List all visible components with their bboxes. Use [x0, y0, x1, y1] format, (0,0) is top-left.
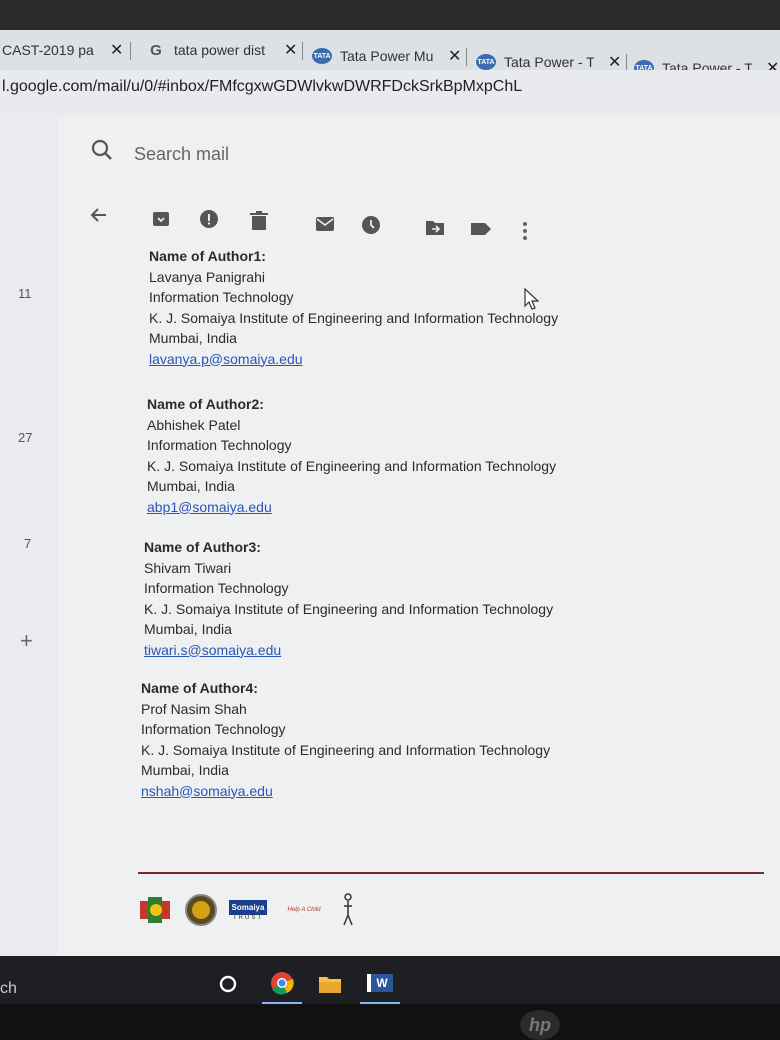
tab-close-icon[interactable]: ✕ — [608, 52, 621, 72]
author-block-4: Name of Author4: Prof Nasim Shah Informa… — [141, 678, 550, 801]
tab-close-icon[interactable]: ✕ — [110, 40, 123, 60]
tata-logo-icon: TATA — [476, 54, 496, 70]
author-department: Information Technology — [147, 437, 292, 453]
move-to-icon[interactable] — [424, 216, 446, 238]
mark-unread-icon[interactable] — [314, 212, 336, 234]
label-count[interactable]: 27 — [18, 430, 32, 445]
archive-icon[interactable] — [150, 208, 172, 230]
figure-logo-icon — [340, 892, 356, 928]
author-city: Mumbai, India — [144, 621, 232, 637]
footer-logos: Somaiya TRUST Help A Child — [138, 890, 356, 930]
tab-close-icon[interactable]: ✕ — [448, 46, 461, 66]
emblem-logo-icon — [184, 893, 218, 927]
tab-cast-2019[interactable]: CAST-2019 pa ✕ — [2, 34, 124, 66]
chrome-taskbar-button[interactable] — [262, 964, 302, 1004]
tab-tata-power-dist[interactable]: G tata power dist ✕ — [146, 34, 298, 66]
word-taskbar-button[interactable]: W — [360, 964, 400, 1004]
cortana-button[interactable] — [208, 964, 248, 1004]
author-label: Name of Author3: — [144, 539, 261, 555]
author-name: Prof Nasim Shah — [141, 700, 247, 717]
window-top-bar — [0, 0, 780, 30]
snooze-icon[interactable] — [360, 214, 382, 236]
author-name: Shivam Tiwari — [144, 559, 232, 576]
author-email-link[interactable]: nshah@somaiya.edu — [141, 781, 550, 802]
author-block-1: Name of Author1: Lavanya Panigrahi Infor… — [149, 246, 558, 369]
add-label-icon[interactable]: + — [20, 628, 33, 654]
tab-tata-power-mu[interactable]: TATA Tata Power Mu ✕ — [312, 40, 462, 72]
tab-title: Tata Power - Th — [504, 54, 594, 70]
author-department: Information Technology — [144, 580, 289, 596]
search-icon[interactable] — [90, 138, 114, 162]
author-block-3: Name of Author3: Shivam Tiwari Informati… — [144, 537, 553, 660]
college-logo-icon — [138, 893, 174, 927]
author-label: Name of Author2: — [147, 396, 264, 412]
tab-title: Tata Power Mu — [340, 48, 434, 64]
author-city: Mumbai, India — [149, 330, 237, 346]
inbox-count[interactable]: 11 — [18, 286, 32, 301]
tab-separator — [130, 42, 131, 60]
label-count[interactable]: 7 — [24, 536, 31, 551]
author-city: Mumbai, India — [147, 478, 235, 494]
author-department: Information Technology — [141, 721, 286, 737]
google-icon: G — [150, 41, 162, 59]
label-icon[interactable] — [470, 218, 492, 240]
help-a-child-text: Help A Child — [287, 907, 321, 913]
somaiya-trust-logo: Somaiya TRUST — [228, 899, 268, 921]
back-arrow-icon[interactable] — [88, 204, 110, 226]
author-institute: K. J. Somaiya Institute of Engineering a… — [147, 457, 557, 474]
delete-icon[interactable] — [248, 210, 270, 232]
tata-logo-icon: TATA — [312, 48, 332, 64]
report-spam-icon[interactable] — [198, 208, 220, 230]
tab-title: tata power dist — [174, 42, 266, 58]
author-email-link[interactable]: lavanya.p@somaiya.edu — [149, 349, 558, 370]
author-email-link[interactable]: abp1@somaiya.edu — [147, 497, 556, 518]
tab-title: CAST-2019 pa — [2, 42, 94, 58]
help-a-child-logo: Help A Child — [278, 907, 330, 913]
author-name: Abhishek Patel — [147, 416, 241, 433]
word-icon: W — [367, 974, 393, 992]
author-label: Name of Author1: — [149, 248, 266, 264]
url-text[interactable]: l.google.com/mail/u/0/#inbox/FMfcgxwGDWl… — [2, 78, 522, 96]
trust-logo-subtext: TRUST — [233, 914, 263, 921]
hp-logo: hp — [520, 1010, 560, 1040]
author-city: Mumbai, India — [141, 762, 229, 778]
author-institute: K. J. Somaiya Institute of Engineering a… — [141, 741, 551, 758]
author-institute: K. J. Somaiya Institute of Engineering a… — [149, 309, 559, 326]
file-explorer-button[interactable] — [310, 964, 350, 1004]
more-options-icon[interactable] — [514, 220, 536, 242]
gmail-page — [0, 116, 780, 956]
taskbar-search-text[interactable]: ch — [0, 980, 17, 998]
tab-separator — [302, 42, 303, 60]
author-block-2: Name of Author2: Abhishek Patel Informat… — [147, 394, 556, 517]
author-label: Name of Author4: — [141, 680, 258, 696]
signature-divider — [138, 872, 764, 874]
author-department: Information Technology — [149, 289, 294, 305]
author-email-link[interactable]: tiwari.s@somaiya.edu — [144, 640, 553, 661]
laptop-bezel — [0, 1004, 780, 1040]
tab-separator — [466, 48, 467, 66]
tab-close-icon[interactable]: ✕ — [284, 40, 297, 60]
search-input[interactable]: Search mail — [134, 144, 229, 165]
trust-logo-text: Somaiya — [229, 899, 267, 915]
author-institute: K. J. Somaiya Institute of Engineering a… — [144, 600, 554, 617]
author-name: Lavanya Panigrahi — [149, 268, 265, 285]
